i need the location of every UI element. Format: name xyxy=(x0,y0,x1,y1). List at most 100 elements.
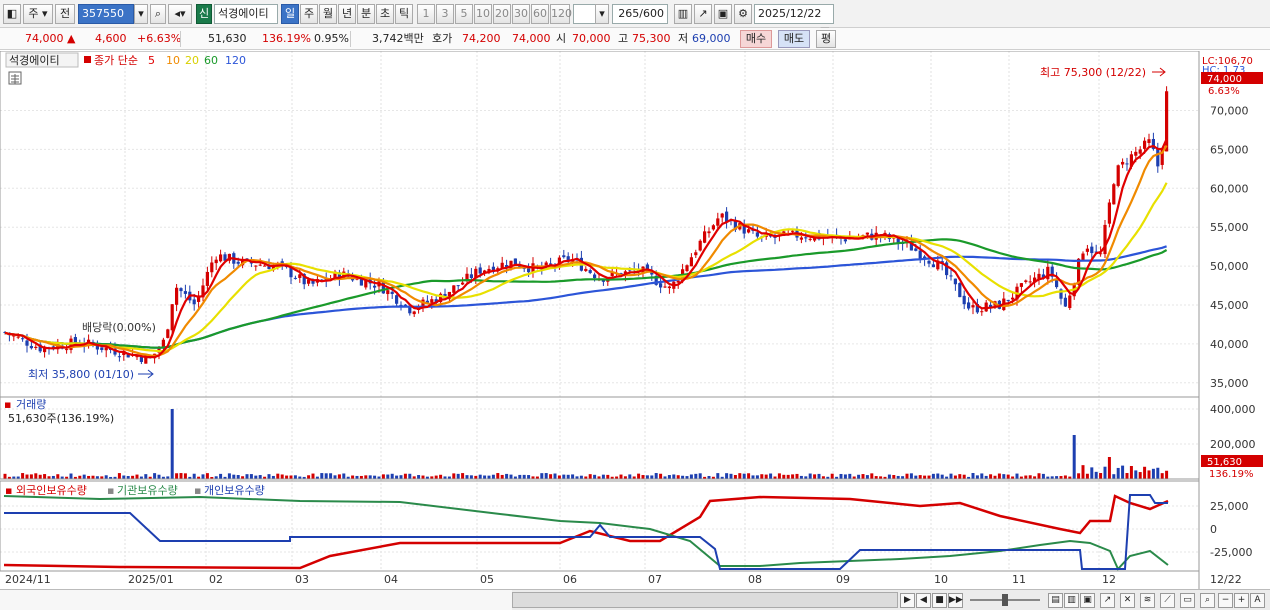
volume-panel-title: 거래량 xyxy=(16,398,46,411)
draw-icon[interactable]: ↗ xyxy=(1100,593,1115,608)
period-tab-month[interactable]: 월 xyxy=(319,4,337,24)
candle-body xyxy=(478,267,482,274)
volume-bar xyxy=(1116,467,1120,479)
candle-body xyxy=(694,252,698,256)
interval-button[interactable]: 120 xyxy=(550,4,572,24)
volume-bar xyxy=(403,473,407,479)
up-arrow-icon: ▲ xyxy=(67,32,76,45)
volume-bar xyxy=(887,474,891,479)
market-type-select[interactable]: 주 ▾ xyxy=(23,4,53,24)
volume-bar xyxy=(940,474,944,479)
date-input[interactable]: 2025/12/22▦ xyxy=(754,4,834,38)
interval-button[interactable]: 60 xyxy=(531,4,549,24)
period-tab-tick[interactable]: 틱 xyxy=(395,4,413,24)
volume-bar xyxy=(496,473,500,479)
save-icon[interactable]: ▣ xyxy=(1080,593,1095,608)
x-axis-label: 03 xyxy=(295,573,309,586)
volume-bar xyxy=(399,475,403,479)
stop-icon[interactable]: ■ xyxy=(932,593,947,608)
speaker-icon[interactable]: ◂▾ xyxy=(168,4,192,24)
volume-bar xyxy=(236,475,240,479)
candle-body xyxy=(1024,280,1028,282)
holdings-axis-label: 0 xyxy=(1210,523,1217,536)
interval-button[interactable]: 3 xyxy=(436,4,454,24)
volume-bar xyxy=(817,473,821,479)
line-icon[interactable]: ⟋ xyxy=(1160,593,1175,608)
draw-tool-icon[interactable]: ↗ xyxy=(694,4,712,24)
volume-bar xyxy=(659,473,663,479)
scroll-thumb[interactable] xyxy=(512,592,898,608)
market-prefix-button[interactable]: 전 xyxy=(55,4,75,24)
x-axis: 2024/11 2025/01 02 03 04 05 06 07 08 09 10 11 12 12/2… xyxy=(5,573,1242,586)
candlesticks xyxy=(3,86,1169,365)
interval-button[interactable]: 10 xyxy=(474,4,492,24)
volume-bar xyxy=(478,474,482,479)
volume-bar xyxy=(777,473,781,479)
scroll-end-icon[interactable]: ▶▶ xyxy=(948,593,963,608)
interval-dropdown-icon[interactable]: ▾ xyxy=(595,4,609,24)
volume-bar xyxy=(509,474,513,479)
zoom-out-icon[interactable]: − xyxy=(1218,593,1233,608)
volume-bar xyxy=(518,474,522,479)
rect-icon[interactable]: ▭ xyxy=(1180,593,1195,608)
candle-body xyxy=(808,238,812,240)
code-dropdown-icon[interactable]: ▾ xyxy=(134,4,148,24)
window-menu-icon[interactable]: ◧ xyxy=(3,4,21,24)
period-tab-second[interactable]: 초 xyxy=(376,4,394,24)
scroll-prev-icon[interactable]: ▶ xyxy=(900,593,915,608)
volume-bar xyxy=(25,474,29,479)
period-tab-week[interactable]: 주 xyxy=(300,4,318,24)
scroll-left-icon[interactable]: ◀ xyxy=(916,593,931,608)
price-axis-label: 70,000 xyxy=(1210,105,1249,118)
view-icon[interactable]: ▤ xyxy=(1048,593,1063,608)
candle-body xyxy=(1028,281,1032,283)
stock-chart[interactable]: 70,000 65,000 60,000 55,000 50,000 45,000 40,0… xyxy=(0,51,1270,589)
sell-button[interactable]: 매도 xyxy=(778,30,810,48)
save-icon[interactable]: ▣ xyxy=(714,4,732,24)
volume-bar xyxy=(289,475,293,479)
interval-button[interactable]: 1 xyxy=(417,4,435,24)
zoom-icon[interactable]: ⌕ xyxy=(1200,593,1215,608)
volume-bar xyxy=(201,474,205,479)
candle-settings-icon[interactable]: ▥ xyxy=(674,4,692,24)
candle-body xyxy=(210,262,214,273)
candle-body xyxy=(175,287,179,305)
zoom-in-icon[interactable]: + xyxy=(1234,593,1249,608)
cross-icon[interactable]: ✕ xyxy=(1120,593,1135,608)
interval-button[interactable]: 5 xyxy=(455,4,473,24)
buy-button[interactable]: 매수 xyxy=(740,30,772,48)
volume-bar xyxy=(351,475,355,479)
low-price: 69,000 xyxy=(692,32,731,45)
candle-body xyxy=(100,347,104,350)
count-field[interactable]: 265/600 xyxy=(612,4,668,24)
compare-icon[interactable]: ▥ xyxy=(1064,593,1079,608)
search-icon[interactable]: ⌕ xyxy=(150,4,166,24)
volume-bar xyxy=(689,474,693,479)
scroll-track[interactable] xyxy=(0,590,512,610)
interval-button[interactable]: 20 xyxy=(493,4,511,24)
period-tab-day[interactable]: 일 xyxy=(281,4,299,24)
volume-bar xyxy=(491,474,495,479)
stock-code-input[interactable]: 357550 xyxy=(78,4,134,24)
period-tab-minute[interactable]: 분 xyxy=(357,4,375,24)
period-tab-year[interactable]: 년 xyxy=(338,4,356,24)
volume-bar xyxy=(390,473,394,479)
zoom-slider-handle[interactable] xyxy=(1002,594,1008,606)
text-icon[interactable]: A xyxy=(1250,593,1265,608)
stock-name-field[interactable]: 석경에이티 xyxy=(214,4,278,24)
holdings-individual-label: 개인보유수량 xyxy=(204,484,265,497)
eval-button[interactable]: 평 xyxy=(816,30,836,48)
candle-body xyxy=(21,338,25,340)
candle-body xyxy=(755,232,759,237)
market-type-label: 주 xyxy=(28,7,39,20)
chart-scrollbar[interactable]: ▶ ◀ ■ ▶▶ ▤ ▥ ▣ ↗ ✕ ≋ ⟋ ▭ ⌕ − + A xyxy=(0,589,1270,610)
candle-body xyxy=(1019,283,1023,287)
candle-body xyxy=(395,295,399,304)
candle-body xyxy=(1143,140,1147,149)
volume-bar xyxy=(267,474,271,479)
volume-pct-tag-text: 136.19% xyxy=(1209,469,1254,480)
fib-icon[interactable]: ≋ xyxy=(1140,593,1155,608)
gear-icon[interactable]: ⚙ xyxy=(734,4,752,24)
volume-bar xyxy=(170,409,174,479)
interval-button[interactable]: 30 xyxy=(512,4,530,24)
